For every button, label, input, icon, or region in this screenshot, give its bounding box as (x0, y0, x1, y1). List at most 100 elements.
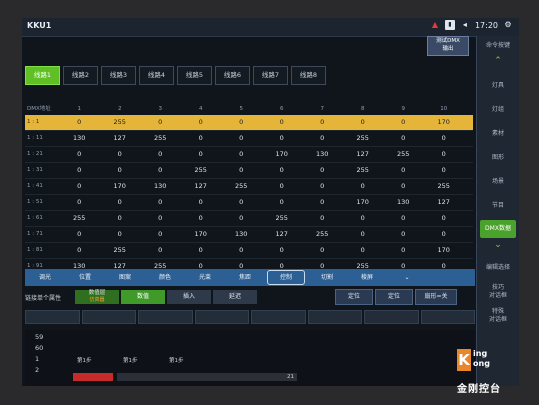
grid-cell[interactable]: 0 (221, 115, 262, 130)
grid-cell[interactable]: 0 (343, 179, 384, 194)
grid-cell[interactable]: 0 (140, 243, 181, 258)
tab-line-3[interactable]: 线路3 (101, 66, 136, 85)
chevron-down-icon[interactable]: ⌄ (387, 269, 427, 286)
scroll-up-icon[interactable]: ⌃ (477, 56, 519, 66)
sidebar-item-scenes[interactable]: 场景 (477, 176, 519, 185)
function-button[interactable]: 棱屏 (347, 269, 387, 286)
grid-cell[interactable]: 0 (59, 147, 100, 162)
grid-cell[interactable]: 0 (383, 163, 424, 178)
grid-cell[interactable]: 0 (100, 163, 141, 178)
grid-cell[interactable]: 127 (181, 179, 222, 194)
grid-cell[interactable]: 0 (302, 179, 343, 194)
test-dmx-output-button[interactable]: 测试DMX 输出 (427, 36, 469, 56)
sidebar-item-groups[interactable]: 灯组 (477, 104, 519, 113)
grid-cell[interactable]: 170 (181, 227, 222, 242)
grid-cell[interactable]: 0 (181, 131, 222, 146)
grid-cell[interactable]: 0 (383, 227, 424, 242)
grid-cell[interactable]: 0 (181, 147, 222, 162)
tab-line-8[interactable]: 线路8 (291, 66, 326, 85)
fan-off-button[interactable]: 扇形=关 (415, 289, 457, 305)
sidebar-item-programs[interactable]: 节目 (477, 200, 519, 209)
grid-cell[interactable]: 0 (302, 243, 343, 258)
tab-line-7[interactable]: 线路7 (253, 66, 288, 85)
empty-field[interactable] (81, 310, 136, 324)
grid-cell[interactable]: 0 (302, 131, 343, 146)
grid-cell[interactable]: 0 (424, 131, 465, 146)
sidebar-item-material[interactable]: 素材 (477, 128, 519, 137)
function-button[interactable]: 焦距 (225, 269, 265, 286)
grid-cell[interactable]: 255 (424, 179, 465, 194)
grid-cell[interactable]: 170 (262, 147, 303, 162)
grid-cell[interactable]: 255 (140, 131, 181, 146)
grid-cell[interactable]: 0 (100, 227, 141, 242)
grid-cell[interactable]: 0 (262, 163, 303, 178)
grid-cell[interactable]: 0 (262, 243, 303, 258)
grid-cell[interactable]: 0 (302, 163, 343, 178)
grid-cell[interactable]: 0 (343, 115, 384, 130)
grid-cell[interactable]: 0 (100, 195, 141, 210)
grid-cell[interactable]: 0 (100, 147, 141, 162)
function-button[interactable]: 切割 (307, 269, 347, 286)
grid-cell[interactable]: 0 (302, 115, 343, 130)
grid-cell[interactable]: 0 (221, 147, 262, 162)
grid-cell[interactable]: 0 (383, 243, 424, 258)
grid-cell[interactable]: 255 (59, 211, 100, 226)
grid-cell[interactable]: 0 (383, 131, 424, 146)
position-button-2[interactable]: 定位 (375, 289, 413, 305)
active-step-bar[interactable] (73, 373, 113, 381)
grid-cell[interactable]: 255 (221, 179, 262, 194)
grid-cell[interactable]: 0 (181, 243, 222, 258)
gear-icon[interactable]: ⚙ (503, 20, 513, 30)
grid-cell[interactable]: 0 (140, 227, 181, 242)
function-button[interactable]: 调光 (25, 269, 65, 286)
tab-line-1[interactable]: 线路1 (25, 66, 60, 85)
function-button[interactable]: 控制 (267, 270, 305, 285)
data-layer-button[interactable]: 数值层 仿真器 (75, 290, 119, 304)
grid-cell[interactable]: 0 (140, 211, 181, 226)
sidebar-item-special[interactable]: 特殊 对话框 (477, 308, 519, 324)
grid-cell[interactable]: 0 (59, 115, 100, 130)
grid-cell[interactable]: 0 (140, 115, 181, 130)
timeline-track[interactable] (117, 373, 297, 381)
grid-cell[interactable]: 0 (424, 163, 465, 178)
position-button-1[interactable]: 定位 (335, 289, 373, 305)
grid-cell[interactable]: 130 (59, 131, 100, 146)
grid-cell[interactable]: 0 (343, 243, 384, 258)
grid-cell[interactable]: 0 (59, 163, 100, 178)
grid-cell[interactable]: 0 (59, 243, 100, 258)
grid-cell[interactable]: 0 (140, 163, 181, 178)
grid-cell[interactable]: 0 (59, 179, 100, 194)
grid-cell[interactable]: 170 (100, 179, 141, 194)
grid-cell[interactable]: 255 (100, 243, 141, 258)
grid-cell[interactable]: 170 (424, 243, 465, 258)
grid-cell[interactable]: 0 (59, 195, 100, 210)
function-button[interactable]: 光束 (185, 269, 225, 286)
grid-cell[interactable]: 130 (383, 195, 424, 210)
grid-cell[interactable]: 0 (262, 115, 303, 130)
function-button[interactable]: 位置 (65, 269, 105, 286)
grid-cell[interactable]: 127 (262, 227, 303, 242)
grid-cell[interactable]: 0 (181, 115, 222, 130)
grid-cell[interactable]: 0 (262, 195, 303, 210)
grid-cell[interactable]: 170 (343, 195, 384, 210)
grid-cell[interactable]: 0 (59, 227, 100, 242)
empty-field[interactable] (251, 310, 306, 324)
grid-cell[interactable]: 0 (424, 211, 465, 226)
insert-button[interactable]: 插入 (167, 290, 211, 304)
grid-cell[interactable]: 0 (221, 131, 262, 146)
grid-cell[interactable]: 0 (221, 243, 262, 258)
tab-line-4[interactable]: 线路4 (139, 66, 174, 85)
empty-field[interactable] (307, 310, 362, 324)
empty-field[interactable] (194, 310, 249, 324)
grid-cell[interactable]: 255 (383, 147, 424, 162)
grid-cell[interactable]: 0 (424, 147, 465, 162)
grid-cell[interactable]: 255 (302, 227, 343, 242)
grid-cell[interactable]: 0 (302, 211, 343, 226)
grid-cell[interactable]: 0 (181, 195, 222, 210)
grid-cell[interactable]: 0 (262, 131, 303, 146)
tab-line-6[interactable]: 线路6 (215, 66, 250, 85)
grid-cell[interactable]: 255 (181, 163, 222, 178)
delay-button[interactable]: 延迟 (213, 290, 257, 304)
grid-cell[interactable]: 127 (100, 131, 141, 146)
sidebar-item-tricks[interactable]: 技巧 对话框 (477, 284, 519, 300)
